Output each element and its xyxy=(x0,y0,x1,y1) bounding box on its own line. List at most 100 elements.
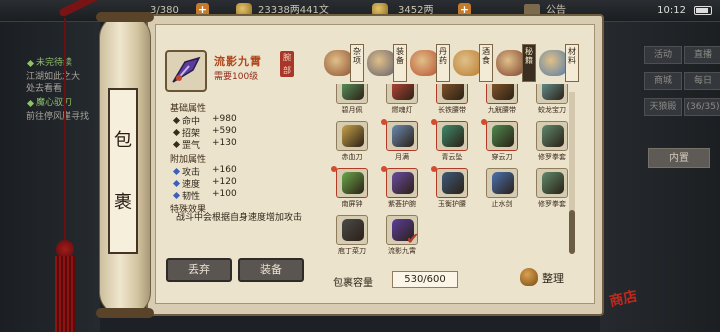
attr-value: +130 xyxy=(212,138,237,148)
new-item-dot-icon xyxy=(431,166,437,172)
title-char: 裹 xyxy=(114,192,132,213)
new-item-dot-icon xyxy=(481,119,487,125)
selected-item-icon xyxy=(165,50,207,92)
bracer-icon xyxy=(392,172,414,194)
bag-icon xyxy=(520,268,538,286)
tab-label: 酒食 xyxy=(479,44,493,82)
tianlang-button[interactable]: 天狼殿 xyxy=(644,98,682,116)
tab-food[interactable]: 酒食 xyxy=(453,44,493,84)
tab-label: 装备 xyxy=(393,44,407,82)
activity-button[interactable]: 活动 xyxy=(644,46,682,64)
item-name: 流影九霄 xyxy=(214,55,262,68)
purple-blade-icon xyxy=(172,56,201,83)
new-item-dot-icon xyxy=(381,166,387,172)
cleaver-icon xyxy=(342,219,364,241)
inventory-slot[interactable]: 庖丁菜刀 xyxy=(326,213,378,258)
slot-item-name: 九觥腰带 xyxy=(488,106,516,114)
tab-book[interactable]: 秘籍 xyxy=(496,44,536,84)
tassel-fringe xyxy=(55,256,75,332)
tab-material[interactable]: 材料 xyxy=(539,44,579,84)
tab-pill[interactable]: 丹药 xyxy=(410,44,450,84)
inventory-slot[interactable]: 长铁腰带 xyxy=(426,84,478,117)
tab-equipment[interactable]: 装备 xyxy=(367,44,407,84)
inventory-slot[interactable]: 南屏钟 xyxy=(326,166,378,211)
attr-value: +590 xyxy=(212,126,237,136)
tab-label: 秘籍 xyxy=(522,44,536,82)
quest-title[interactable]: 魔心驭刀 xyxy=(36,97,72,109)
slot-item-name: 玉衡护腰 xyxy=(438,200,466,208)
inventory-slot[interactable]: 止水剑 xyxy=(476,166,528,211)
capacity-value: 530/600 xyxy=(392,271,458,288)
quest-title[interactable]: 未完待续 xyxy=(36,57,72,69)
slot-item-name: 燃魂灯 xyxy=(391,106,413,114)
attr-name: 罡气 xyxy=(182,141,201,151)
slot-item-name: 南屏钟 xyxy=(341,200,363,208)
arrange-label: 整理 xyxy=(542,272,564,285)
slot-item-name: 止水剑 xyxy=(491,200,513,208)
inventory-slot[interactable]: 流影九霄 ✔ xyxy=(376,213,428,258)
count-badge: (36/35) xyxy=(684,98,720,116)
jade-pendant-icon xyxy=(342,84,364,100)
inventory-slot[interactable]: 玉衡护腰 xyxy=(426,166,478,211)
base-attr-title: 基础属性 xyxy=(170,104,207,114)
inventory-slot[interactable]: 月满 xyxy=(376,119,428,164)
belt-icon xyxy=(492,84,514,100)
quest-marker-icon xyxy=(26,59,35,68)
attr-value: +100 xyxy=(212,189,237,199)
capacity-label: 包裹容量 xyxy=(333,278,373,289)
inventory-slot[interactable]: 紫荟护腕 xyxy=(376,166,428,211)
quest-desc: 前往停风崖寻找 xyxy=(26,112,90,122)
slot-item-name: 赤血刀 xyxy=(341,153,363,161)
waist-icon xyxy=(442,172,464,194)
daily-button[interactable]: 每日 xyxy=(684,72,720,90)
slot-item-name: 流影九霄 xyxy=(388,247,416,255)
inventory-slot[interactable]: 穿云刀 xyxy=(476,119,528,164)
inventory-title-label: 包 裹 xyxy=(108,88,138,254)
quest-desc: 处去看看 xyxy=(26,84,63,94)
inventory-slot[interactable]: 燃魂灯 xyxy=(376,84,428,117)
blade-icon xyxy=(542,84,564,100)
inventory-slot[interactable]: 青云坠 xyxy=(426,119,478,164)
lamp-icon xyxy=(392,84,414,100)
battery-icon xyxy=(694,6,712,15)
roller-cap-top xyxy=(96,12,154,22)
belt-icon xyxy=(442,84,464,100)
inventory-slot[interactable]: 赤血刀 xyxy=(326,119,378,164)
equip-button[interactable]: 装备 xyxy=(238,258,304,282)
new-item-dot-icon xyxy=(381,119,387,125)
inventory-slot[interactable]: 九觥腰带 xyxy=(476,84,528,117)
special-desc: 战斗中会根据自身速度增加攻击 xyxy=(176,213,303,223)
tab-label: 丹药 xyxy=(436,44,450,82)
grid-scroll-thumb[interactable] xyxy=(569,210,575,254)
attr-row: 罡气 +130 xyxy=(172,138,237,151)
attr-value: +980 xyxy=(212,114,237,124)
slot-item-name: 紫荟护腕 xyxy=(388,200,416,208)
bell-icon xyxy=(342,172,364,194)
inventory-slot[interactable]: 碧月佩 xyxy=(326,84,378,117)
quest-desc: 江湖如此之大 xyxy=(26,72,81,82)
clock: 10:12 xyxy=(657,5,686,16)
extra-attr-title: 附加属性 xyxy=(170,155,207,165)
gauntlet-icon xyxy=(542,125,564,147)
inner-button[interactable]: 内置 xyxy=(648,148,710,168)
mall-button[interactable]: 商城 xyxy=(644,72,682,90)
arrange-button[interactable]: 整理 xyxy=(520,266,574,290)
slot-seal: 腕部 xyxy=(280,51,294,77)
sword-icon xyxy=(492,125,514,147)
live-button[interactable]: 直播 xyxy=(684,46,720,64)
tassel-cord xyxy=(64,18,66,242)
tab-misc[interactable]: 杂项 xyxy=(324,44,364,84)
attr-row: 韧性 +100 xyxy=(172,189,237,202)
slot-item-name: 月满 xyxy=(395,153,409,161)
attr-value: +160 xyxy=(212,165,237,175)
slot-item-name: 庖丁菜刀 xyxy=(338,247,366,255)
selected-check-icon: ✔ xyxy=(406,229,420,248)
new-item-dot-icon xyxy=(331,166,337,172)
title-char: 包 xyxy=(114,130,132,151)
item-grid: 碧月佩 燃魂灯 长铁腰带 九觥腰带 蛟龙宝刀 赤血刀 月满 青云坠 穿云刀 修罗拳套 南屏钟 紫荟护腕… xyxy=(326,84,578,264)
quest-marker-icon xyxy=(26,99,35,108)
slot-item-name: 穿云刀 xyxy=(491,153,513,161)
discard-button[interactable]: 丢弃 xyxy=(166,258,232,282)
attr-value: +120 xyxy=(212,177,237,187)
attr-name: 韧性 xyxy=(182,192,201,202)
